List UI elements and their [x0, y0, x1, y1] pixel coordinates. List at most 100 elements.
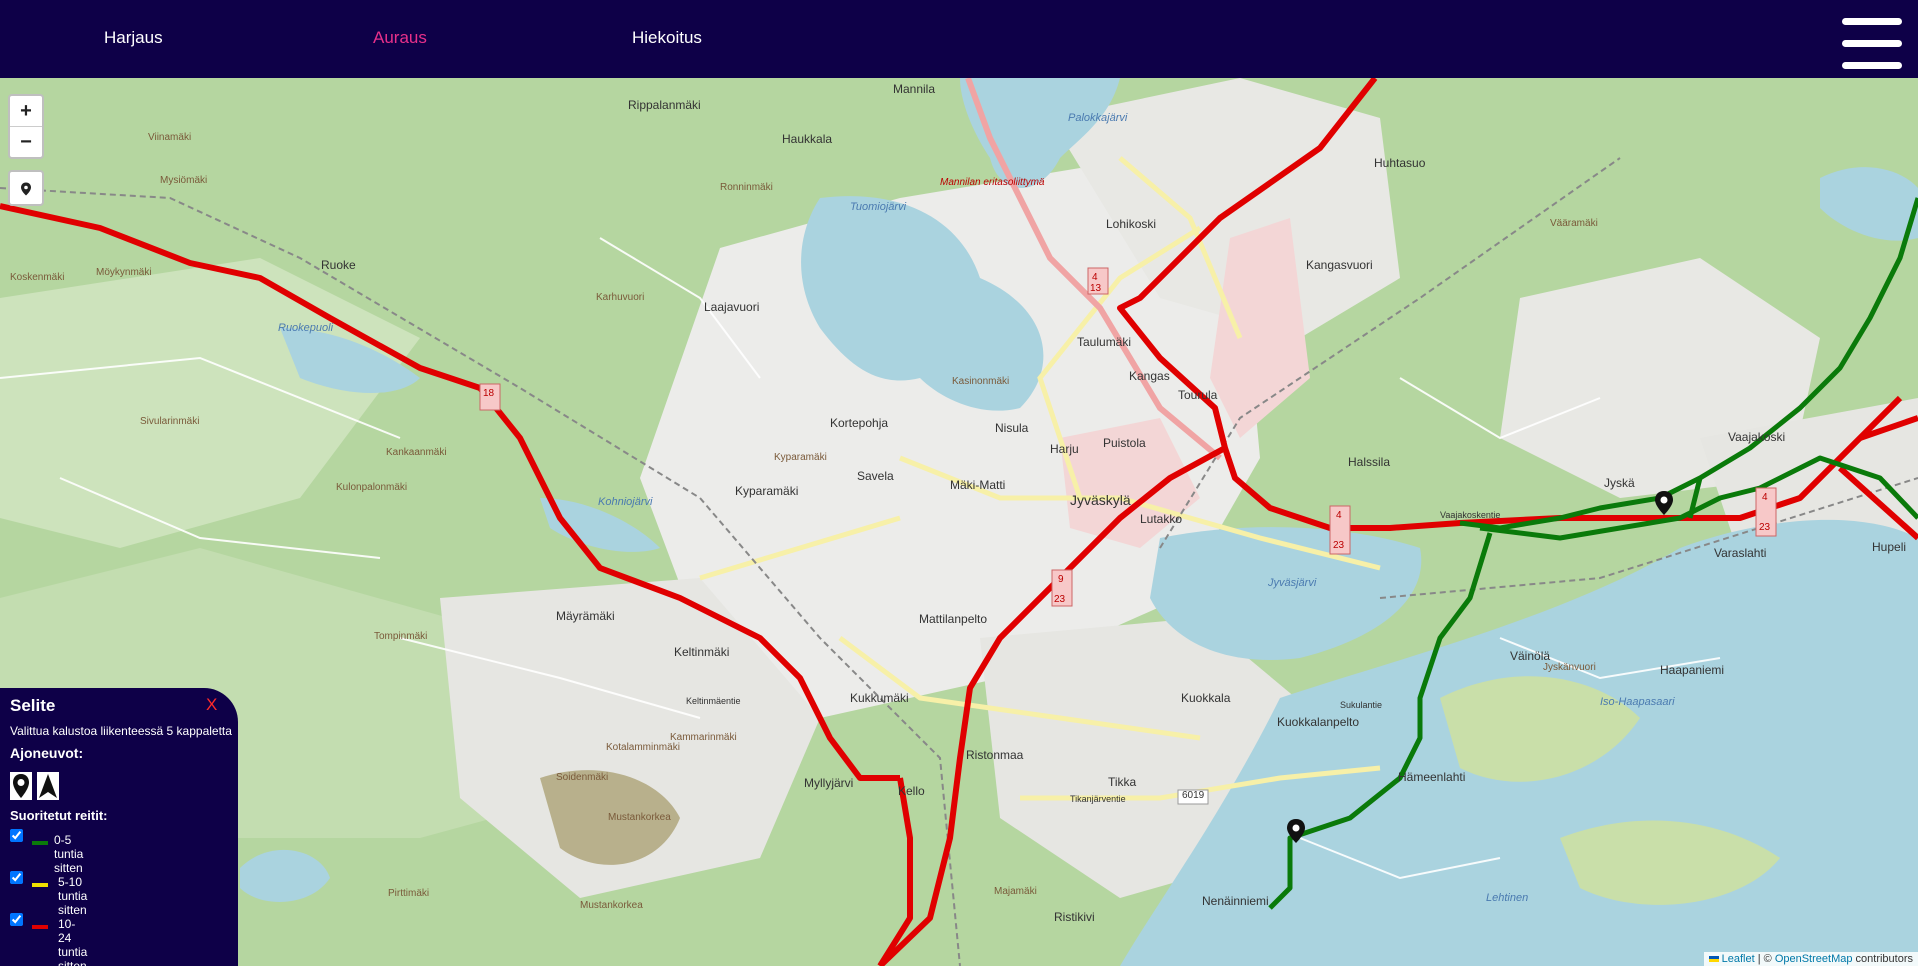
route-color-swatch [32, 883, 48, 887]
map-label: Kulonpalonmäki [336, 482, 408, 493]
road-name-label: Vaajakoskentie [1440, 510, 1501, 520]
map-label: Kankaanmäki [386, 447, 447, 458]
legend-close-button[interactable]: X [206, 695, 217, 715]
map-label: Nenäinniemi [1202, 894, 1269, 908]
map-tiles: 413 18 923 423 423 [0, 78, 1918, 966]
map-label: Tourula [1178, 388, 1218, 402]
map-label: Hämeenlahti [1398, 770, 1466, 784]
map-label: Kangasvuori [1306, 258, 1373, 272]
map-label: Mannilan eritasoliittymä [940, 177, 1045, 188]
locate-button[interactable] [8, 170, 44, 206]
map-label: Tikka [1108, 775, 1137, 789]
map-label: Ristonmaa [966, 748, 1024, 762]
map-label: Haukkala [782, 132, 833, 146]
route-label: 0-5 tuntia sitten [54, 833, 84, 875]
map-label: Ronninmäki [720, 182, 773, 193]
hamburger-menu-icon[interactable] [1842, 18, 1902, 70]
top-navigation-bar: Harjaus Auraus Hiekoitus [0, 0, 1918, 78]
map-label: Halssila [1348, 455, 1391, 469]
map-label: Lutakko [1140, 512, 1183, 526]
map-label: Karhuvuori [596, 292, 645, 303]
map-label: Mysiömäki [160, 175, 208, 186]
map-label: Puistola [1103, 436, 1146, 450]
map-label: Nisula [995, 421, 1029, 435]
legend-vehicle-icons [10, 772, 60, 805]
map-label: Ruokepuoli [278, 322, 334, 334]
map-label: Kasinonmäki [952, 376, 1010, 387]
route-label: 5-10 tuntia sitten [58, 875, 88, 917]
leaflet-flag-icon [1708, 956, 1719, 962]
svg-text:18: 18 [483, 388, 495, 399]
osm-link[interactable]: OpenStreetMap [1775, 953, 1853, 965]
map-label: Väinölä [1510, 649, 1551, 663]
route-10-24h-checkbox[interactable] [10, 913, 23, 926]
route-color-swatch [32, 925, 48, 929]
map-label: Varaslahti [1714, 546, 1767, 560]
map-label: Iso-Haapasaari [1600, 696, 1675, 708]
map-label: Laajavuori [704, 300, 760, 314]
map-label: Kuokkala [1181, 691, 1231, 705]
map-label: Kyparamäki [735, 484, 799, 498]
svg-text:23: 23 [1759, 522, 1771, 533]
zoom-control: + − [8, 94, 44, 159]
map-label: Soidenmäki [556, 772, 609, 783]
nav-auraus[interactable]: Auraus [373, 28, 427, 48]
road-number-label: 6019 [1182, 790, 1205, 801]
svg-text:9: 9 [1058, 574, 1064, 585]
route-5-10h-checkbox[interactable] [10, 871, 23, 884]
map-label: Keltinmäki [674, 645, 730, 659]
route-0-5h-checkbox[interactable] [10, 829, 23, 842]
nav-harjaus[interactable]: Harjaus [104, 28, 163, 48]
map-label: Viinamäki [148, 132, 192, 143]
route-label: 10-24 tuntia sitten [58, 917, 88, 973]
map-label: Mustankorkea [608, 812, 671, 823]
map-label: Mäyrämäki [556, 609, 615, 623]
legend-panel: Selite X Valittua kalustoa liikenteessä … [0, 688, 238, 973]
map-pin-icon[interactable] [1654, 490, 1674, 516]
zoom-in-button[interactable]: + [10, 96, 42, 126]
svg-text:23: 23 [1333, 540, 1345, 551]
map-label: Möykynmäki [96, 267, 152, 278]
map-view[interactable]: 4 13 18 9 23 4 23 4 23 Mannila Rippalanmäki … [0, 78, 1918, 966]
map-label: Palokkajärvi [1068, 112, 1128, 124]
legend-routes-label: Suoritetut reitit: [10, 808, 108, 823]
nav-hiekoitus[interactable]: Hiekoitus [632, 28, 702, 48]
legend-vehicles-label: Ajoneuvot: [10, 745, 84, 761]
map-label: Jyväsjärvi [1268, 577, 1317, 589]
map-label: Kortepohja [830, 416, 889, 430]
map-label: Ristikivi [1054, 910, 1095, 924]
map-label: Majamäki [994, 886, 1037, 897]
zoom-out-button[interactable]: − [10, 126, 42, 157]
map-label: Savela [857, 469, 894, 483]
map-label: Tompinmäki [374, 631, 428, 642]
map-pin-icon [21, 182, 31, 196]
map-label: Kangas [1129, 369, 1170, 383]
map-label: Mattilanpelto [919, 612, 988, 626]
road-name-label: Keltinmäentie [686, 696, 741, 706]
map-label: Kammarinmäki [670, 732, 737, 743]
leaflet-link[interactable]: Leaflet [1722, 953, 1755, 965]
map-label: Taulumäki [1077, 335, 1132, 349]
attribution-contributors: contributors [1852, 953, 1913, 965]
map-label: Kohniojärvi [598, 496, 653, 508]
map-label: Kyparamäki [774, 452, 827, 463]
map-label: Jyväskylä [1070, 492, 1131, 508]
legend-title: Selite [10, 696, 56, 715]
map-label: Jyskä [1604, 476, 1635, 490]
map-label: Hupeli [1872, 540, 1907, 554]
navigation-arrow-icon [37, 772, 60, 800]
map-label: Sivularinmäki [140, 416, 200, 427]
svg-text:4: 4 [1336, 510, 1342, 521]
map-label: Vääramäki [1550, 218, 1598, 229]
map-label: Jyskänvuori [1543, 662, 1596, 673]
map-pin-icon[interactable] [1286, 818, 1306, 844]
svg-text:4: 4 [1092, 272, 1098, 283]
map-label: Myllyjärvi [804, 776, 854, 790]
map-attribution: Leaflet | © OpenStreetMap contributors [1703, 952, 1918, 966]
map-label: Rippalanmäki [628, 98, 701, 112]
map-label: Koskenmäki [10, 272, 65, 283]
map-label: Lehtinen [1486, 892, 1529, 904]
map-label: Haapaniemi [1660, 663, 1725, 677]
map-label: Tuomiojärvi [850, 201, 907, 213]
map-label: Mannila [893, 82, 936, 96]
